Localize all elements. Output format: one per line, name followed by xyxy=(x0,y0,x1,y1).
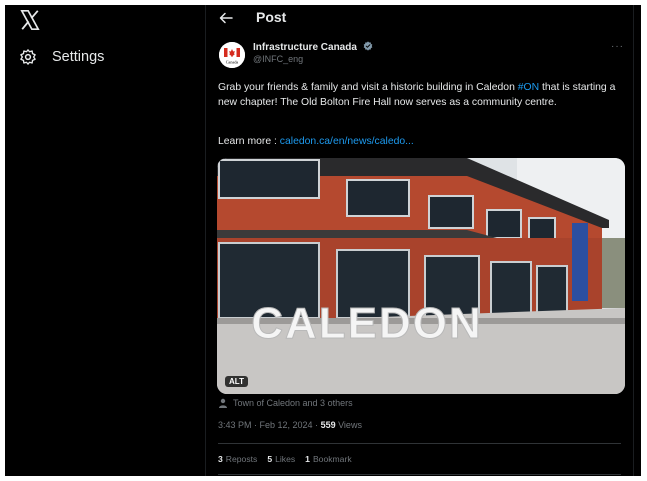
author-name[interactable]: Infrastructure Canada xyxy=(253,41,373,53)
learn-more-line: Learn more : caledon.ca/en/news/caledo..… xyxy=(218,136,414,147)
tagged-users[interactable]: Town of Caledon and 3 others xyxy=(218,398,353,408)
reposts-label: Reposts xyxy=(225,454,258,464)
views-label: Views xyxy=(335,420,362,430)
avatar-wordmark: Canada xyxy=(226,60,239,65)
author-name-text: Infrastructure Canada xyxy=(253,42,357,53)
reposts-stat[interactable]: 3 Reposts xyxy=(218,454,257,464)
alt-badge[interactable]: ALT xyxy=(225,376,248,387)
more-options-icon[interactable]: ··· xyxy=(611,41,624,52)
bookmarks-label: Bookmark xyxy=(312,454,352,464)
canada-flag-icon: Canada xyxy=(219,42,245,68)
reposts-count: 3 xyxy=(218,454,223,464)
learn-more-link[interactable]: caledon.ca/en/news/caledo... xyxy=(280,136,414,147)
caledon-sign-text: CALEDON xyxy=(251,299,483,348)
arrow-left-icon[interactable] xyxy=(218,10,234,26)
x-logo-icon[interactable] xyxy=(19,9,41,31)
bookmarks-count: 1 xyxy=(305,454,310,464)
views-count: 559 xyxy=(320,420,336,430)
nav-settings-label: Settings xyxy=(52,49,105,65)
post-text: Grab your friends & family and visit a h… xyxy=(218,80,623,110)
hashtag-link[interactable]: #ON xyxy=(518,82,539,93)
learn-more-label: Learn more : xyxy=(218,136,280,147)
post-meta: 3:43 PM · Feb 12, 2024 · 559 Views xyxy=(218,420,362,430)
divider-top xyxy=(218,443,621,444)
bookmarks-stat[interactable]: 1 Bookmark xyxy=(305,454,351,464)
post-header: Post xyxy=(206,5,633,33)
post-image[interactable]: CALEDON ALT xyxy=(217,158,625,394)
right-divider xyxy=(633,5,634,476)
divider-bottom xyxy=(218,474,621,475)
likes-stat[interactable]: 5 Likes xyxy=(267,454,295,464)
post-column: Post Canada Infrastructure Canada @INFC_… xyxy=(206,5,633,476)
left-nav: Settings xyxy=(5,5,205,476)
app-window: Settings Post Canada Infrastructure Cana… xyxy=(5,5,641,476)
tagged-users-text: Town of Caledon and 3 others xyxy=(233,398,353,408)
post-stats: 3 Reposts 5 Likes 1 Bookmark xyxy=(218,454,362,464)
gear-icon xyxy=(20,49,36,65)
fire-hall-photo: CALEDON xyxy=(217,158,625,394)
person-icon xyxy=(219,398,227,408)
post-text-part1: Grab your friends & family and visit a h… xyxy=(218,82,518,93)
likes-count: 5 xyxy=(267,454,273,464)
post-timestamp[interactable]: 3:43 PM · Feb 12, 2024 · xyxy=(218,420,321,430)
nav-settings-item[interactable]: Settings xyxy=(19,45,104,69)
page-title: Post xyxy=(256,9,287,25)
author-handle[interactable]: @INFC_eng xyxy=(253,54,303,64)
likes-label: Likes xyxy=(275,454,296,464)
author-avatar[interactable]: Canada xyxy=(219,42,245,68)
verified-badge-icon xyxy=(363,41,373,51)
